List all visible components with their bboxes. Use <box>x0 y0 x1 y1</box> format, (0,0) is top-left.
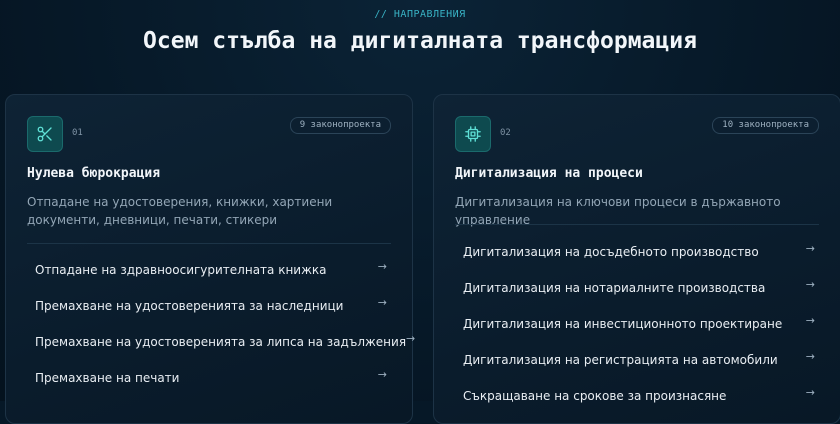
pillar-card-2: 02 10 законопроекта Дигитализация на про… <box>433 94 840 424</box>
chip-icon <box>465 126 481 142</box>
list-item[interactable]: Съкращаване на срокове за произнасяне → <box>455 378 819 414</box>
arrow-right-icon: → <box>377 367 387 381</box>
arrow-right-icon: → <box>406 331 416 345</box>
bill-count-badge: 10 законопроекта <box>712 117 819 134</box>
list-item-label: Премахване на удостоверенията за наследн… <box>35 299 344 313</box>
list-item-label: Дигитализация на инвестиционното проекти… <box>463 317 783 331</box>
section-title: Осем стълба на дигиталната трансформация <box>143 28 697 54</box>
arrow-right-icon: → <box>805 349 815 363</box>
list-item[interactable]: Премахване на удостоверенията за наследн… <box>27 288 391 324</box>
divider <box>27 243 391 244</box>
list-item[interactable]: Отпадане на здравноосигурителната книжка… <box>27 252 391 288</box>
arrow-right-icon: → <box>377 295 387 309</box>
list-item[interactable]: Дигитализация на регистрацията на автомо… <box>455 342 819 378</box>
list-item[interactable]: Дигитализация на нотариалните производст… <box>455 270 819 306</box>
pillar-title: Нулева бюрокрация <box>27 166 161 181</box>
arrow-right-icon: → <box>805 313 815 327</box>
list-item[interactable]: Премахване на печати → <box>27 360 391 396</box>
pillar-icon-box <box>455 116 491 152</box>
pillar-title: Дигитализация на процеси <box>455 166 643 181</box>
pillar-number: 01 <box>72 128 83 138</box>
pillar-description: Отпадане на удостоверения, книжки, харти… <box>27 195 333 227</box>
list-item-label: Дигитализация на регистрацията на автомо… <box>463 353 778 367</box>
list-item-label: Отпадане на здравноосигурителната книжка <box>35 263 327 277</box>
arrow-right-icon: → <box>805 241 815 255</box>
bill-count-badge: 9 законопроекта <box>289 117 391 134</box>
list-item[interactable]: Дигитализация на инвестиционното проекти… <box>455 306 819 342</box>
list-item-label: Премахване на удостоверенията за липса н… <box>35 335 407 349</box>
scissors-icon <box>37 126 52 142</box>
pillar-number: 02 <box>500 128 511 138</box>
divider <box>455 224 819 225</box>
list-item[interactable]: Премахване на удостоверенията за липса н… <box>27 324 415 360</box>
list-item-label: Премахване на печати <box>35 371 180 385</box>
pillar-card-1: 01 9 законопроекта Нулева бюрокрация Отп… <box>5 94 415 424</box>
section-eyebrow: // НАПРАВЛЕНИЯ <box>374 9 466 20</box>
list-item-label: Дигитализация на досъдебното производств… <box>463 245 759 259</box>
arrow-right-icon: → <box>377 259 387 273</box>
arrow-right-icon: → <box>805 277 815 291</box>
list-item-label: Дигитализация на нотариалните производст… <box>463 281 766 295</box>
list-item[interactable]: Дигитализация на досъдебното производств… <box>455 234 819 270</box>
pillar-icon-box <box>27 116 63 152</box>
arrow-right-icon: → <box>805 385 815 399</box>
